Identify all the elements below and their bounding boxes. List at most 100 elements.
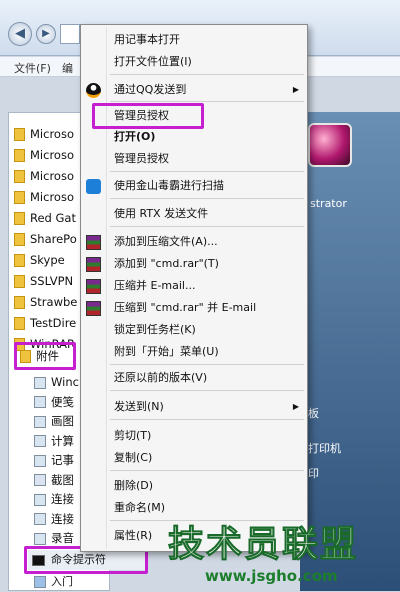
forward-button[interactable]: ▶ [36,24,56,44]
program-folder-label: Microso [30,127,74,141]
menu-separator [110,364,304,365]
address-bar[interactable] [60,24,80,44]
accessory-label: 连接 [51,511,74,526]
menu-item[interactable]: 还原以前的版本(V) [81,368,307,388]
menu-item-label: 用记事本打开 [114,33,180,46]
menu-item-label: 使用 RTX 发送文件 [114,207,209,220]
folder-icon [14,254,25,267]
accessory-item[interactable]: 连接 [34,509,82,529]
folder-icon [14,296,25,309]
menu-separator [110,74,304,75]
menu-item-label: 删除(D) [114,479,154,492]
start-item-intro[interactable]: 入门 [34,572,122,592]
watermark-title: 技术员联盟 [167,524,359,566]
right-item-3[interactable]: 印 [308,465,319,481]
admin-highlight [92,103,204,129]
accessory-item[interactable]: 画图 [34,411,82,431]
menu-separator [110,198,304,199]
accessory-icon [34,474,46,486]
accessory-item[interactable]: 记事 [34,450,82,470]
folder-icon [14,128,25,141]
right-item-1[interactable]: 板 [308,405,319,421]
program-folder-label: Microso [30,169,74,183]
folder-icon [20,350,31,363]
menu-item[interactable]: 通过QQ发送到 ▶ [81,80,307,100]
accessory-item[interactable]: 连接 [34,489,82,509]
menu-item-label: 发送到(N) [114,400,164,413]
accessory-label: 记事 [51,453,74,467]
menu-item[interactable]: 压缩到 "cmd.rar" 并 E-mail [81,298,307,318]
right-item-printers[interactable]: 打印机 [308,440,341,456]
program-folder-label: Microso [30,190,74,204]
program-folder-label: SSLVPN [30,274,74,288]
menu-item-label: 压缩到 "cmd.rar" 并 E-mail [114,301,257,314]
menu-separator [110,390,304,391]
menu-edit[interactable]: 编 [62,60,73,76]
menu-item[interactable]: 使用 RTX 发送文件 [81,204,307,224]
menu-item[interactable]: 锁定到任务栏(K) [81,320,307,340]
accessory-label: 录音 [51,531,74,545]
accessory-label: 画图 [51,414,74,428]
menu-item[interactable]: 复制(C) [81,448,307,468]
accessory-item[interactable]: 截图 [34,470,82,490]
menu-item-label: 锁定到任务栏(K) [114,323,196,336]
folder-label: 附件 [36,349,59,363]
menu-separator [110,101,304,102]
menu-separator [110,226,304,227]
accessory-icon [34,513,46,525]
program-folder-label: Red Gat [30,211,76,225]
menu-item-label: 属性(R) [114,529,153,542]
accessory-icon [34,493,46,506]
user-avatar[interactable] [308,123,352,167]
menu-item[interactable]: 打开(O) [81,127,307,147]
menu-item-label: 通过QQ发送到 [114,83,187,96]
folder-icon [14,191,25,204]
program-folder-label: Skype [30,253,65,267]
menu-item-label: 使用金山毒霸进行扫描 [114,179,224,192]
accessory-icon [34,396,46,408]
menu-item[interactable]: 剪切(T) [81,426,307,446]
accessory-label: Winc [51,375,79,389]
menu-item[interactable]: 添加到压缩文件(A)... [81,232,307,252]
menu-item[interactable]: 管理员授权 [81,149,307,169]
winrar-icon [86,257,101,272]
menu-item[interactable]: 删除(D) [81,476,307,496]
menu-item[interactable]: 压缩并 E-mail... [81,276,307,296]
program-folder-label: TestDire [30,316,77,330]
menu-item-label: 复制(C) [114,451,153,464]
folder-icon [14,149,25,162]
accessory-item[interactable]: Winc [34,372,82,392]
intro-label: 入门 [51,575,73,588]
winrar-icon [86,235,101,250]
menu-item[interactable]: 使用金山毒霸进行扫描 [81,176,307,196]
winrar-icon [86,301,101,316]
menu-item[interactable]: 发送到(N) ▶ [81,397,307,417]
accessory-icon [34,415,46,428]
menu-file[interactable]: 文件(F) [14,60,51,76]
menu-item[interactable]: 打开文件位置(I) [81,52,307,72]
right-item-user[interactable]: strator [310,197,347,210]
menu-item-label: 还原以前的版本(V) [114,371,208,384]
menu-item[interactable]: 添加到 "cmd.rar"(T) [81,254,307,274]
menu-item-label: 重命名(M) [114,501,166,514]
menu-item-label: 附到「开始」菜单(U) [114,345,219,358]
menu-item-label: 压缩并 E-mail... [114,279,196,292]
accessory-icon [34,454,46,467]
menu-item[interactable]: 附到「开始」菜单(U) [81,342,307,362]
program-folder-label: Strawbe [30,295,78,309]
accessory-item[interactable]: 便笺 [34,392,82,412]
antivirus-icon [86,179,101,194]
menu-item-label: 添加到压缩文件(A)... [114,235,218,248]
accessory-item[interactable]: 录音 [34,528,82,548]
menu-item-label: 添加到 "cmd.rar"(T) [114,257,219,270]
menu-item[interactable]: 用记事本打开 [81,30,307,50]
menu-item-label: 打开(O) [114,130,156,143]
accessory-item[interactable]: 计算 [34,431,82,451]
folder-icon [14,233,25,246]
intro-icon [34,576,46,588]
folder-icon [14,212,25,225]
menu-separator [110,171,304,172]
accessory-label: 截图 [51,472,74,487]
winrar-icon [86,279,101,294]
back-button[interactable]: ◀ [8,22,32,46]
